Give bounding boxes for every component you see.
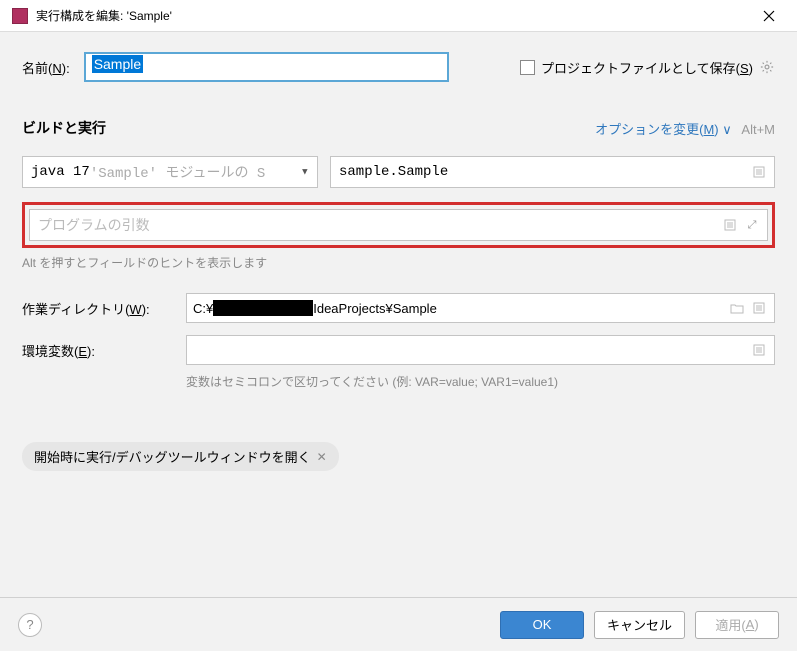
chip-remove-icon[interactable]: ✕ [317,450,327,464]
list-icon[interactable] [750,341,768,359]
gear-icon[interactable] [759,59,775,75]
name-input[interactable]: Sample [84,52,449,82]
chevron-down-icon: ▾ [301,164,309,181]
help-button[interactable]: ? [18,613,42,637]
content-area: 名前(N): Sample プロジェクトファイルとして保存(S) ビルドと実行 … [0,32,797,483]
env-label: 環境変数(E): [22,341,172,360]
workdir-input[interactable]: C:¥IdeaProjects¥Sample [186,293,775,323]
ok-button[interactable]: OK [500,611,584,639]
list-icon[interactable] [721,216,739,234]
main-class-input[interactable]: sample.Sample [330,156,775,188]
apply-button[interactable]: 適用(A) [695,611,779,639]
section-title: ビルドと実行 [22,118,106,138]
program-args-input[interactable]: プログラムの引数 ⤢ [29,209,768,241]
window-title: 実行構成を編集: 'Sample' [36,7,753,24]
store-checkbox[interactable] [520,60,535,75]
footer: ? OK キャンセル 適用(A) [0,597,797,651]
folder-icon[interactable] [728,299,746,317]
jdk-select[interactable]: java 17 'Sample' モジュールの S ▾ [22,156,318,188]
workdir-label: 作業ディレクトリ(W): [22,299,172,318]
titlebar: 実行構成を編集: 'Sample' [0,0,797,32]
name-label: 名前(N): [22,58,70,77]
program-args-highlight: プログラムの引数 ⤢ [22,202,775,248]
env-hint: 変数はセミコロンで区切ってください (例: VAR=value; VAR1=va… [186,373,558,390]
redacted-segment [213,300,313,316]
modify-options[interactable]: オプションを変更(M) ∨ Alt+M [595,119,775,138]
app-icon [12,8,28,24]
env-input[interactable] [186,335,775,365]
hint-text: Alt を押すとフィールドのヒントを表示します [22,254,775,271]
open-tool-window-chip[interactable]: 開始時に実行/デバッグツールウィンドウを開く ✕ [22,442,339,471]
close-button[interactable] [753,0,785,32]
expand-icon[interactable]: ⤢ [743,216,761,234]
list-icon[interactable] [750,299,768,317]
shortcut-label: Alt+M [741,122,775,137]
store-label: プロジェクトファイルとして保存(S) [541,58,753,77]
cancel-button[interactable]: キャンセル [594,611,685,639]
list-icon[interactable] [750,163,768,181]
